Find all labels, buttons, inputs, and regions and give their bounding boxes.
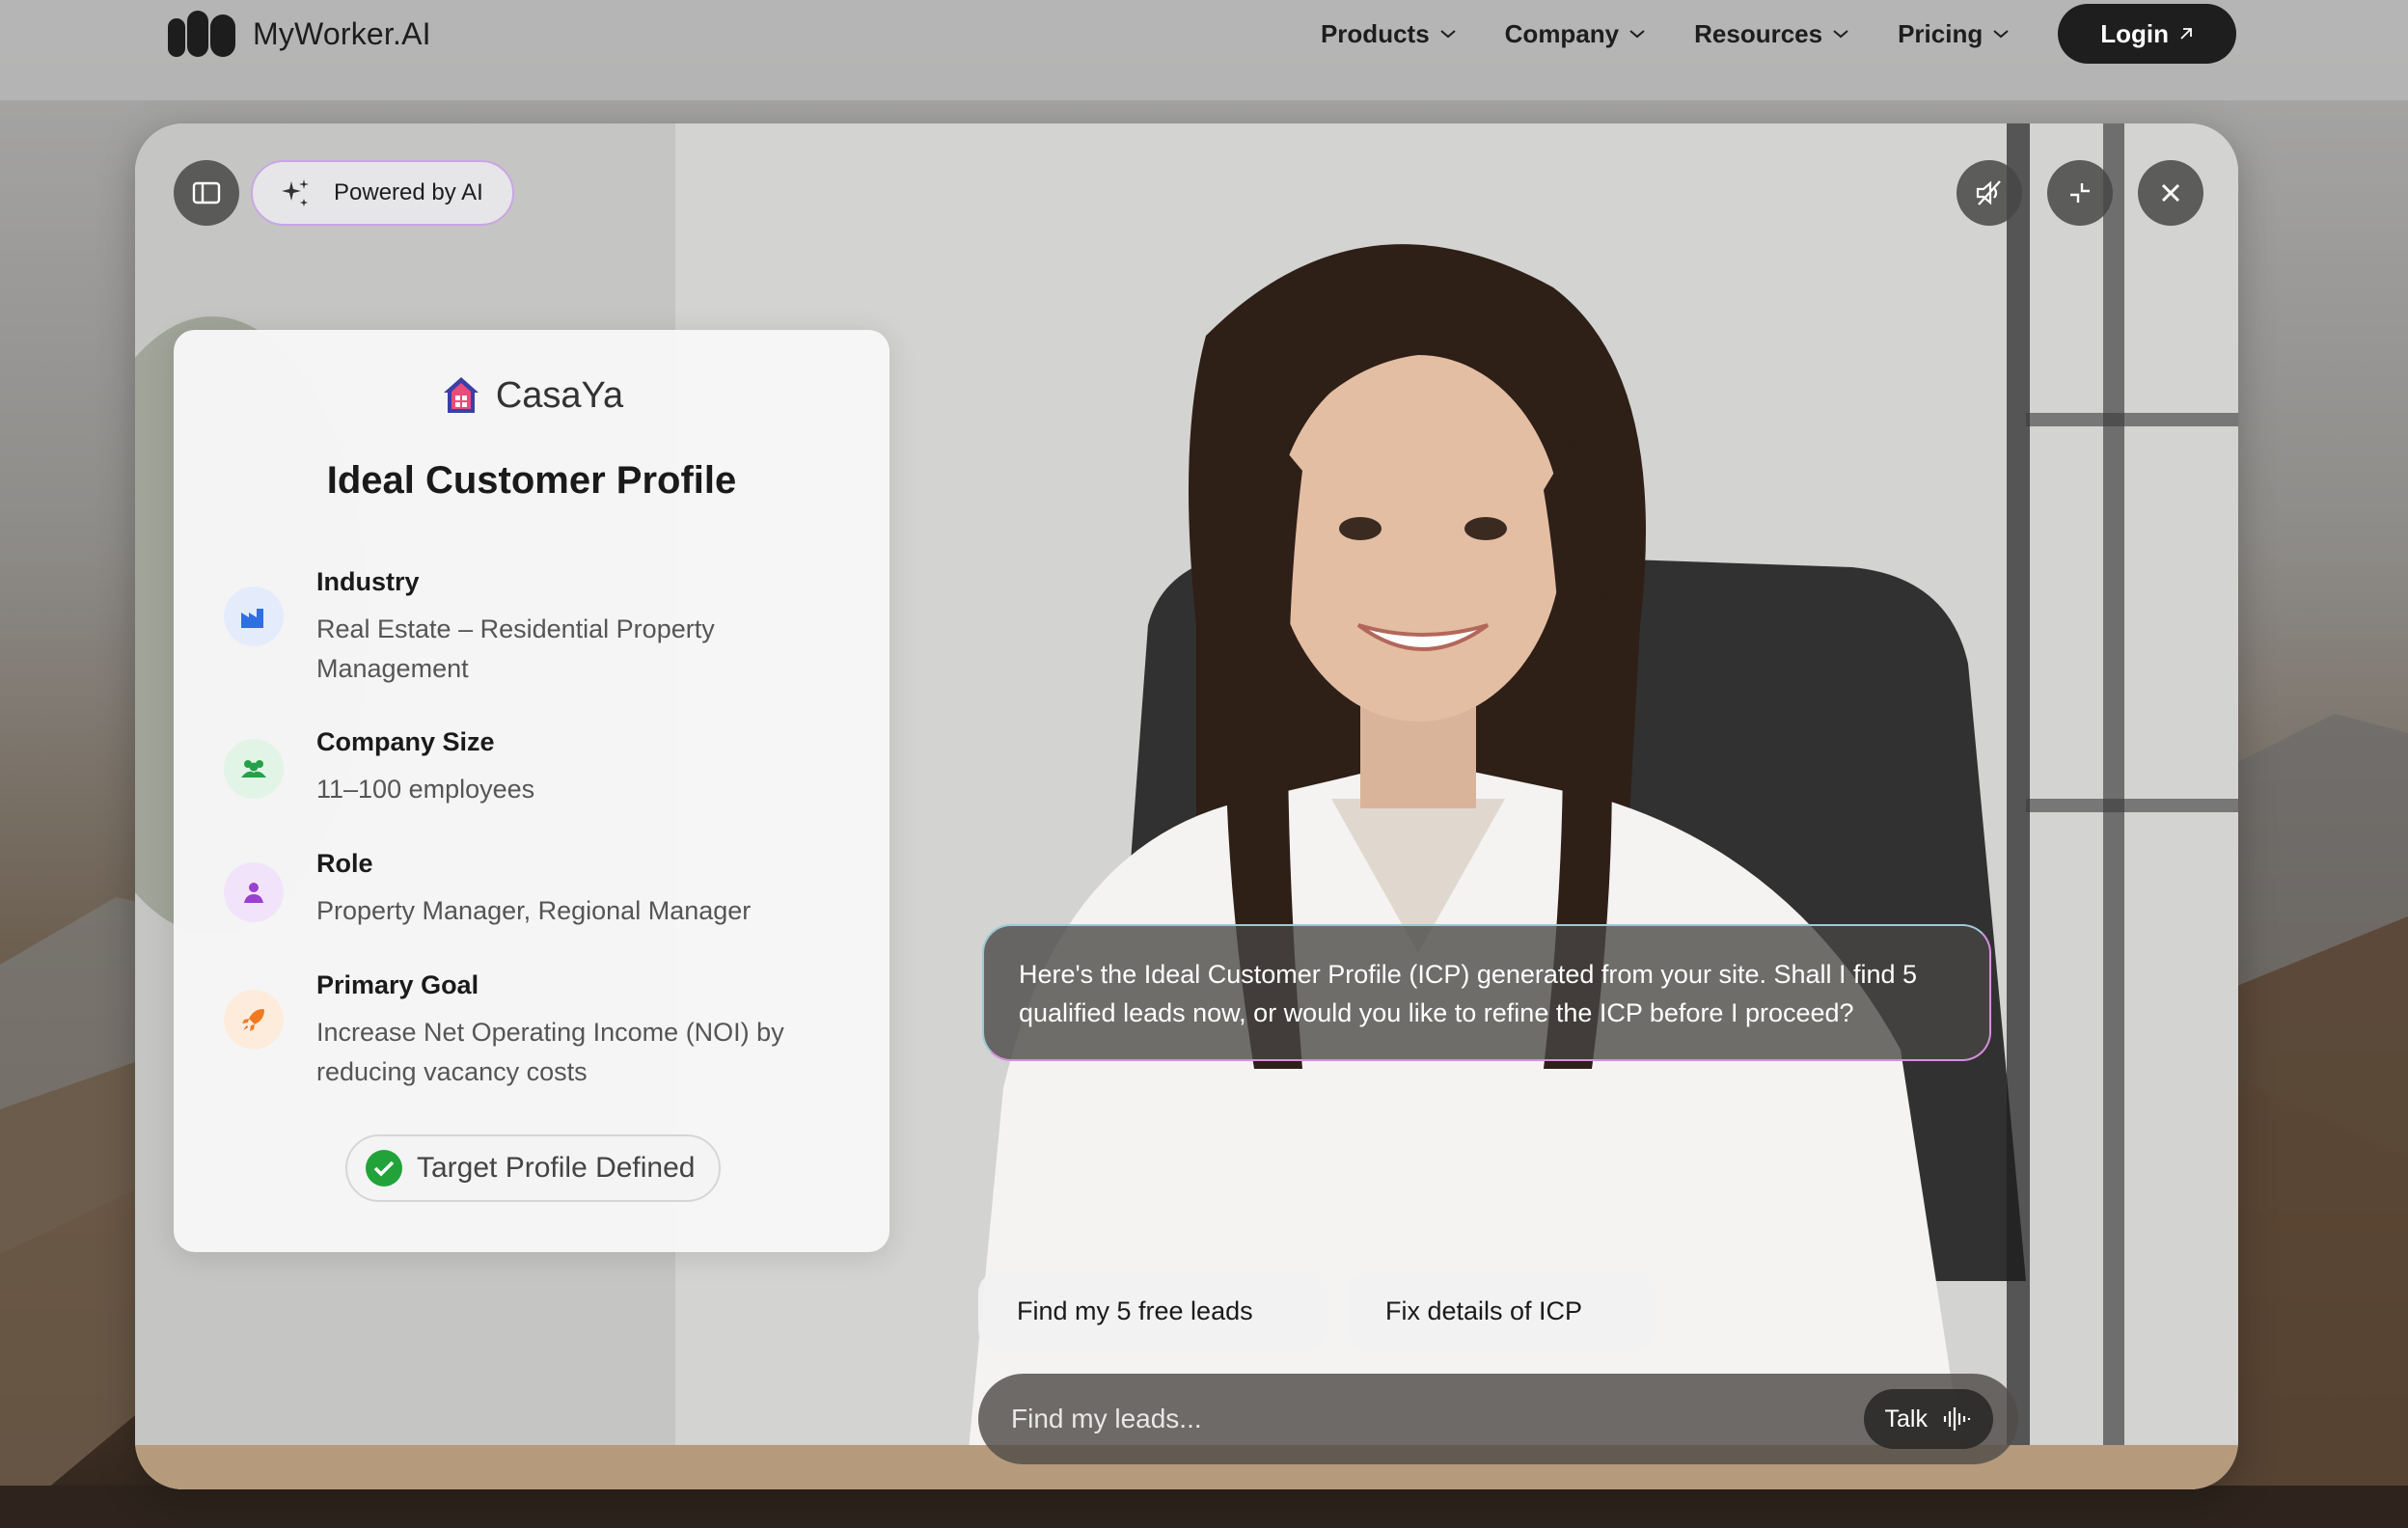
talk-label: Talk [1884, 1405, 1928, 1432]
mute-icon [1976, 180, 2001, 205]
icp-title: Ideal Customer Profile [326, 459, 737, 502]
primary-goal-value: Increase Net Operating Income (NOI) by r… [316, 1018, 784, 1086]
myworker-logo-icon [168, 11, 235, 57]
company-size-label: Company Size [316, 727, 495, 756]
sparkle-icon [282, 179, 309, 206]
target-profile-label: Target Profile Defined [417, 1152, 696, 1184]
company-size-value: 11–100 employees [316, 775, 535, 804]
powered-by-ai-pill: Powered by AI [251, 160, 514, 226]
nav-item-pricing[interactable]: Pricing [1898, 19, 2010, 49]
primary-goal-label: Primary Goal [316, 970, 479, 999]
chevron-down-icon [1440, 30, 1456, 39]
nav-item-products[interactable]: Products [1321, 19, 1457, 49]
talk-button[interactable]: Talk [1863, 1389, 1993, 1449]
powered-by-ai-label: Powered by AI [334, 179, 483, 205]
suggestion-label: Fix details of ICP [1385, 1296, 1583, 1325]
primary-goal-icon-badge [224, 990, 284, 1050]
brand-logo[interactable]: MyWorker.AI [166, 8, 431, 60]
audio-wave-icon [1943, 1407, 1971, 1431]
sidebar-toggle-icon [192, 181, 221, 205]
nav-item-company[interactable]: Company [1505, 19, 1646, 49]
rocket-icon [242, 1009, 264, 1031]
target-profile-badge: Target Profile Defined [345, 1134, 721, 1202]
industry-icon-badge [224, 587, 284, 646]
external-arrow-icon [2180, 28, 2192, 40]
chevron-down-icon [1629, 30, 1645, 39]
people-icon [241, 760, 266, 778]
chevron-down-icon [1993, 30, 2009, 39]
close-icon [2161, 183, 2180, 203]
company-size-icon-badge [224, 739, 284, 799]
login-button[interactable]: Login [2058, 4, 2236, 64]
nav-item-label: Pricing [1898, 18, 1984, 48]
mute-button[interactable] [1956, 160, 2022, 226]
nav-item-label: Company [1504, 18, 1620, 48]
icp-brand: CasaYa [174, 374, 889, 417]
nav-menu: Products Company Resources Pricing Login [1321, 4, 2236, 64]
role-label: Role [316, 849, 373, 878]
icp-brand-name: CasaYa [495, 374, 624, 416]
industry-label: Industry [316, 567, 420, 596]
industry-value: Real Estate – Residential Property Manag… [316, 614, 715, 683]
factory-icon [241, 609, 263, 628]
nav-item-resources[interactable]: Resources [1694, 19, 1849, 49]
suggestion-label: Find my 5 free leads [1017, 1296, 1253, 1325]
check-circle-icon [366, 1150, 402, 1187]
nav-item-label: Resources [1694, 18, 1823, 48]
suggestion-fix-icp-button[interactable]: Fix details of ICP [1347, 1271, 1656, 1351]
person-icon [244, 883, 263, 903]
casaya-house-logo-icon [443, 377, 479, 413]
nav-item-label: Products [1320, 18, 1430, 48]
sidebar-toggle-button[interactable] [174, 160, 239, 226]
chat-input-bar: Talk [978, 1374, 2018, 1464]
chevron-down-icon [1833, 30, 1848, 39]
brand-name: MyWorker.AI [253, 15, 431, 51]
icp-card: CasaYa Ideal Customer Profile Industry R… [174, 330, 889, 1252]
close-button[interactable] [2138, 160, 2203, 226]
minimize-button[interactable] [2047, 160, 2113, 226]
minimize-icon [2070, 183, 2090, 203]
video-stage: Powered by AI CasaYa Ideal Customer Prof… [135, 123, 2238, 1489]
assistant-message-bubble: Here's the Ideal Customer Profile (ICP) … [982, 924, 1991, 1061]
role-value: Property Manager, Regional Manager [316, 896, 752, 925]
suggestion-find-leads-button[interactable]: Find my 5 free leads [978, 1271, 1327, 1351]
role-icon-badge [224, 862, 284, 922]
top-nav: MyWorker.AI Products Company Resources P… [0, 0, 2408, 100]
login-label: Login [2100, 18, 2169, 48]
chat-input[interactable] [1011, 1397, 1841, 1441]
